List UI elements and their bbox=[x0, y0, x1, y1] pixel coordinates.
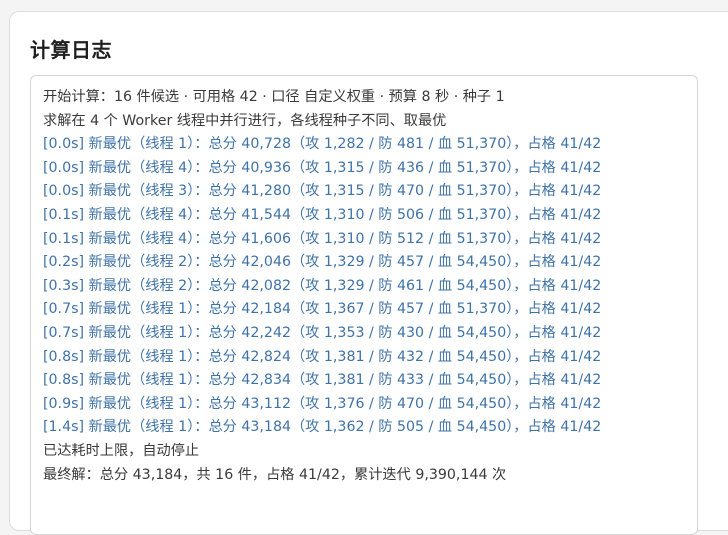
log-line-improvement: [1.4s] 新最优（线程 1）：总分 43,184（攻 1,362 / 防 5… bbox=[43, 419, 602, 436]
log-line-improvement: [0.8s] 新最优（线程 1）：总分 42,824（攻 1,381 / 防 4… bbox=[43, 348, 602, 365]
log-line-improvement: [0.9s] 新最优（线程 1）：总分 43,112（攻 1,376 / 防 4… bbox=[43, 395, 602, 412]
log-line-improvement: [0.2s] 新最优（线程 2）：总分 42,046（攻 1,329 / 防 4… bbox=[43, 254, 602, 271]
log-line-timeout: 已达耗时上限，自动停止 bbox=[43, 442, 200, 459]
log-output[interactable]: 开始计算：16 件候选 · 可用格 42 · 口径 自定义权重 · 预算 8 秒… bbox=[30, 75, 698, 535]
log-line-improvement: [0.1s] 新最优（线程 4）：总分 41,544（攻 1,310 / 防 5… bbox=[43, 206, 602, 223]
log-line-improvement: [0.0s] 新最优（线程 4）：总分 40,936（攻 1,315 / 防 4… bbox=[43, 159, 602, 176]
panel-title: 计算日志 bbox=[30, 38, 112, 62]
log-line-improvement: [0.8s] 新最优（线程 1）：总分 42,834（攻 1,381 / 防 4… bbox=[43, 372, 602, 389]
calc-log-panel: 计算日志 开始计算：16 件候选 · 可用格 42 · 口径 自定义权重 · 预… bbox=[9, 11, 728, 535]
log-line-improvement: [0.1s] 新最优（线程 4）：总分 41,606（攻 1,310 / 防 5… bbox=[43, 230, 602, 247]
log-line-start: 开始计算：16 件候选 · 可用格 42 · 口径 自定义权重 · 预算 8 秒… bbox=[43, 89, 505, 105]
log-line-improvement: [0.3s] 新最优（线程 2）：总分 42,082（攻 1,329 / 防 4… bbox=[43, 277, 602, 294]
log-line-final-result: 最终解：总分 43,184，共 16 件，占格 41/42，累计迭代 9,390… bbox=[43, 466, 507, 483]
log-line-parallel: 求解在 4 个 Worker 线程中并行进行，各线程种子不同、取最优 bbox=[43, 112, 447, 129]
log-line-improvement: [0.7s] 新最优（线程 1）：总分 42,184（攻 1,367 / 防 4… bbox=[43, 301, 602, 318]
log-line-improvement: [0.7s] 新最优（线程 1）：总分 42,242（攻 1,353 / 防 4… bbox=[43, 324, 602, 341]
log-line-improvement: [0.0s] 新最优（线程 1）：总分 40,728（攻 1,282 / 防 4… bbox=[43, 136, 602, 153]
log-line-improvement: [0.0s] 新最优（线程 3）：总分 41,280（攻 1,315 / 防 4… bbox=[43, 183, 602, 200]
